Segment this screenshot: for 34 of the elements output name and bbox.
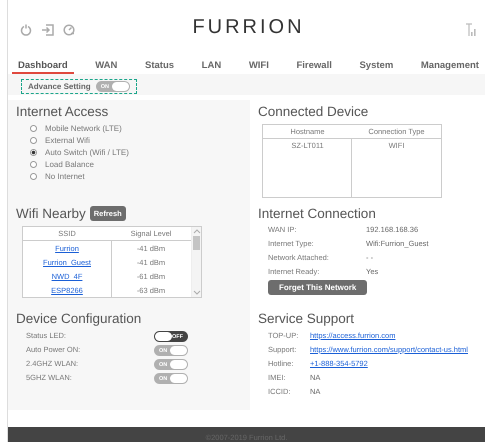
nav-tab[interactable]: Firewall: [290, 56, 338, 74]
scrollbar[interactable]: [191, 227, 201, 297]
nav-tab[interactable]: WIFI: [242, 56, 275, 74]
radio-label: Mobile Network (LTE): [45, 124, 122, 133]
panel-title: Device Configuration: [16, 311, 142, 326]
logout-icon[interactable]: [41, 24, 54, 36]
scroll-up-icon[interactable]: [192, 229, 200, 234]
radio-label: No Internet: [45, 172, 85, 181]
radio-button[interactable]: [30, 149, 37, 156]
radio-button[interactable]: [30, 125, 37, 132]
radio-label: External Wifi: [45, 136, 90, 145]
nav-tab[interactable]: Management: [414, 56, 485, 74]
panel-title: Internet Access: [16, 104, 110, 119]
radio-button[interactable]: [30, 161, 37, 168]
scroll-down-icon[interactable]: [192, 290, 200, 295]
nav-tab[interactable]: LAN: [196, 56, 228, 74]
logo: FURRION: [192, 16, 305, 38]
panel-title: Internet Connection: [258, 206, 377, 221]
nav-tab[interactable]: WAN: [89, 56, 124, 74]
nav-tab[interactable]: Status: [139, 56, 180, 74]
forget-network-button[interactable]: Forget This Network: [268, 280, 368, 295]
scroll-thumb[interactable]: [193, 236, 200, 250]
radio-label: Auto Switch (Wifi / LTE): [45, 148, 129, 157]
panel-title: Service Support: [258, 311, 356, 326]
power-icon[interactable]: [20, 24, 32, 36]
nav-tab[interactable]: System: [353, 56, 400, 74]
gauge-icon[interactable]: [63, 24, 75, 36]
advance-setting-label: Advance Setting: [28, 82, 91, 91]
radio-label: Load Balance: [45, 160, 94, 169]
panel-title: Wifi Nearby: [16, 206, 86, 221]
panel-title: Connected Device: [258, 104, 370, 119]
radio-button[interactable]: [30, 173, 37, 180]
radio-button[interactable]: [30, 137, 37, 144]
signal-icon: [465, 23, 477, 37]
